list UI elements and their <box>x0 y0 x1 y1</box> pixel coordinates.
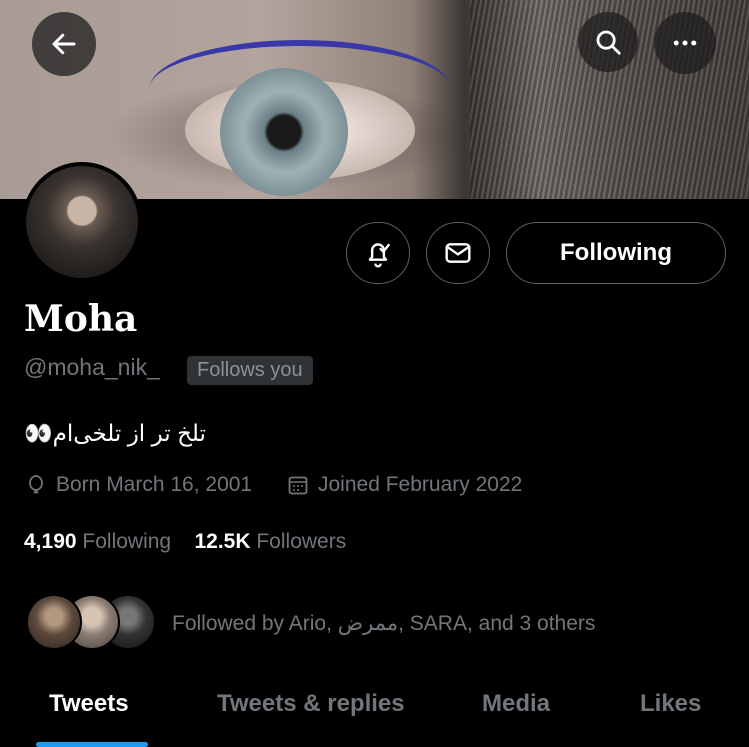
profile-avatar[interactable] <box>22 162 142 282</box>
tab-likes[interactable]: Likes <box>640 690 701 718</box>
bio-text: تلخ تر از تلخی‌ام <box>52 420 206 446</box>
search-icon <box>596 30 621 55</box>
profile-bio: 👀تلخ تر از تلخی‌ام <box>24 420 206 447</box>
followed-by-text[interactable]: Followed by Ario, ممرض, SARA, and 3 othe… <box>172 611 595 636</box>
following-stat[interactable]: 4,190 Following <box>24 530 171 553</box>
followers-count: 12.5K <box>194 530 251 553</box>
bell-check-icon <box>368 243 390 268</box>
active-tab-indicator <box>36 742 148 747</box>
bio-emoji: 👀 <box>24 420 53 446</box>
joined-date: Joined February 2022 <box>318 473 523 496</box>
following-count: 4,190 <box>24 530 77 553</box>
arrow-left-icon <box>52 33 76 55</box>
followers-stat[interactable]: 12.5K Followers <box>194 530 346 553</box>
tab-tweets[interactable]: Tweets <box>49 690 129 718</box>
banner-iris <box>220 68 348 196</box>
following-label: Following <box>82 530 172 553</box>
tab-media[interactable]: Media <box>482 690 550 718</box>
profile-banner <box>0 0 749 199</box>
message-button[interactable] <box>426 222 490 284</box>
calendar-icon <box>288 476 308 495</box>
search-button[interactable] <box>578 12 638 72</box>
back-button[interactable] <box>32 12 96 76</box>
born-info: Born March 16, 2001 <box>24 473 252 497</box>
follower-avatar[interactable] <box>26 594 82 650</box>
born-date: Born March 16, 2001 <box>56 473 253 496</box>
tab-tweets-replies[interactable]: Tweets & replies <box>217 690 405 718</box>
mail-icon <box>445 243 471 263</box>
profile-handle: @moha_nik_ <box>24 354 160 380</box>
follows-you-badge: Follows you <box>187 356 313 385</box>
balloon-icon <box>29 475 43 494</box>
notifications-button[interactable] <box>346 222 410 284</box>
profile-name: Moha <box>24 298 138 340</box>
followers-label: Followers <box>256 530 347 553</box>
follow-stats: 4,190 Following 12.5K Followers <box>24 530 346 554</box>
following-button[interactable]: Following <box>506 222 726 284</box>
joined-info: Joined February 2022 <box>286 473 522 497</box>
more-horizontal-icon <box>673 40 697 46</box>
more-button[interactable] <box>654 12 716 74</box>
